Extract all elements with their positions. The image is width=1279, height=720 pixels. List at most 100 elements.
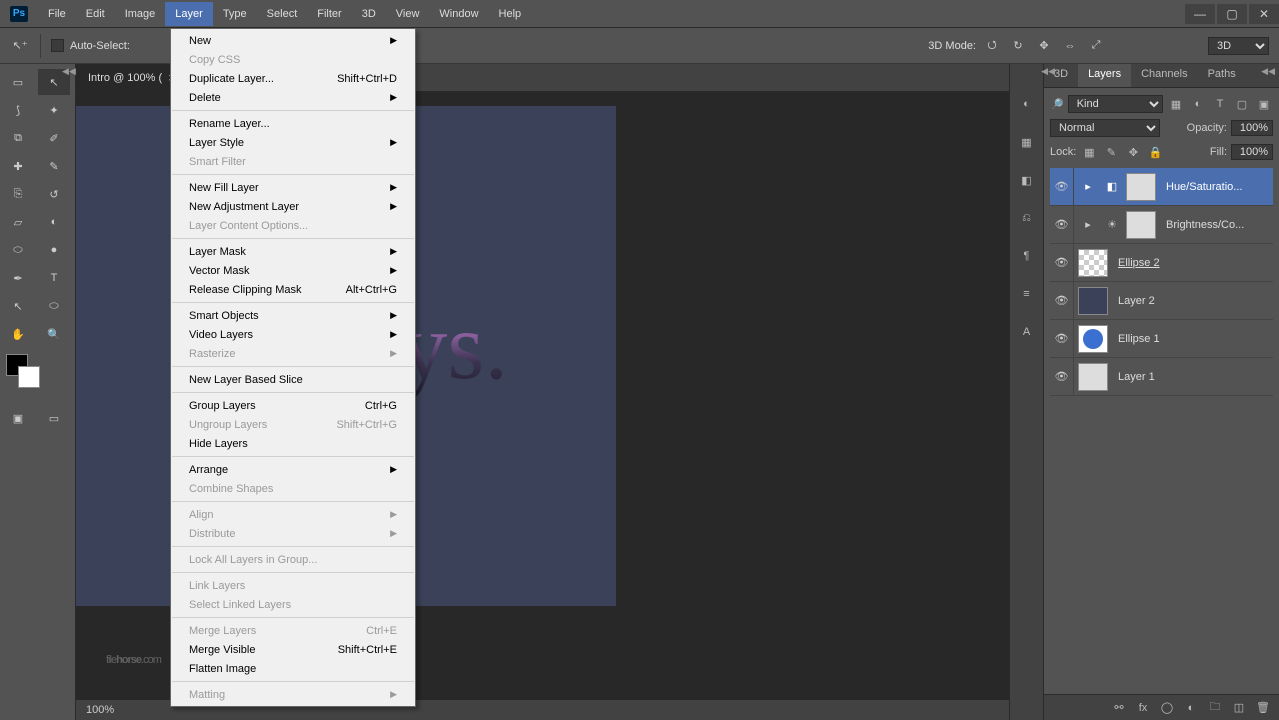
panel-tab-layers[interactable]: Layers: [1078, 64, 1131, 87]
screenmode-tool[interactable]: ▭: [38, 405, 70, 431]
menu-item[interactable]: Merge VisibleShift+Ctrl+E: [171, 640, 415, 659]
visibility-toggle-icon[interactable]: 👁: [1050, 282, 1074, 319]
eyedropper-tool[interactable]: ✐: [38, 125, 70, 151]
menu-item[interactable]: New Layer Based Slice: [171, 370, 415, 389]
color-swatches[interactable]: [0, 348, 75, 404]
layer-row[interactable]: 👁 Ellipse 1: [1050, 320, 1273, 358]
3d-roll-icon[interactable]: ↻: [1008, 36, 1028, 56]
layer-mask-icon[interactable]: ◯: [1159, 700, 1175, 716]
visibility-toggle-icon[interactable]: 👁: [1050, 244, 1074, 281]
visibility-toggle-icon[interactable]: 👁: [1050, 320, 1074, 357]
eraser-tool[interactable]: ▱: [2, 209, 34, 235]
layer-thumb[interactable]: [1078, 363, 1108, 391]
close-button[interactable]: ✕: [1249, 4, 1279, 24]
menu-3d[interactable]: 3D: [352, 2, 386, 26]
layer-mask-thumb[interactable]: [1126, 173, 1156, 201]
history-brush-tool[interactable]: ↺: [38, 181, 70, 207]
dodge-tool[interactable]: ●: [38, 237, 70, 263]
link-layers-icon[interactable]: ⚯: [1111, 700, 1127, 716]
opacity-input[interactable]: [1231, 120, 1273, 136]
paragraph-panel-icon[interactable]: ≡: [1017, 284, 1037, 304]
menu-item[interactable]: Vector Mask▶: [171, 261, 415, 280]
visibility-toggle-icon[interactable]: 👁: [1050, 358, 1074, 395]
layer-name[interactable]: Layer 2: [1112, 295, 1155, 307]
3d-pan-icon[interactable]: ✥: [1034, 36, 1054, 56]
marquee-tool[interactable]: ▭: [2, 69, 34, 95]
filter-kind-icon[interactable]: 🔎: [1050, 98, 1064, 111]
fill-input[interactable]: [1231, 144, 1273, 160]
wand-tool[interactable]: ✦: [38, 97, 70, 123]
path-tool[interactable]: ↖: [2, 293, 34, 319]
menu-window[interactable]: Window: [429, 2, 488, 26]
collapse-panels-icon[interactable]: ◀◀: [1041, 66, 1055, 77]
layer-name[interactable]: Ellipse 2: [1112, 257, 1160, 269]
layer-row[interactable]: 👁 Layer 2: [1050, 282, 1273, 320]
restore-button[interactable]: ▢: [1217, 4, 1247, 24]
lock-pixels-icon[interactable]: ✎: [1102, 143, 1120, 161]
menu-item[interactable]: Release Clipping MaskAlt+Ctrl+G: [171, 280, 415, 299]
layer-thumb[interactable]: [1078, 325, 1108, 353]
adjustments-panel-icon[interactable]: ◧: [1017, 170, 1037, 190]
visibility-toggle-icon[interactable]: 👁: [1050, 206, 1074, 243]
styles-panel-icon[interactable]: ⎌: [1017, 208, 1037, 228]
layer-row[interactable]: 👁▸☀Brightness/Co...: [1050, 206, 1273, 244]
hand-tool[interactable]: ✋: [2, 321, 34, 347]
menu-edit[interactable]: Edit: [76, 2, 115, 26]
menu-help[interactable]: Help: [489, 2, 532, 26]
zoom-level[interactable]: 100%: [86, 704, 114, 716]
auto-select-checkbox[interactable]: [51, 39, 64, 52]
group-icon[interactable]: 🗀: [1207, 700, 1223, 716]
blend-mode-select[interactable]: Normal: [1050, 119, 1160, 137]
background-color[interactable]: [18, 366, 40, 388]
layer-row[interactable]: 👁▸◧Hue/Saturatio...: [1050, 168, 1273, 206]
menu-item[interactable]: Video Layers▶: [171, 325, 415, 344]
menu-type[interactable]: Type: [213, 2, 257, 26]
lock-position-icon[interactable]: ✥: [1124, 143, 1142, 161]
menu-item[interactable]: Delete▶: [171, 88, 415, 107]
menu-item[interactable]: New Fill Layer▶: [171, 178, 415, 197]
panel-tab-paths[interactable]: Paths: [1198, 64, 1246, 87]
stamp-tool[interactable]: ⎘: [2, 181, 34, 207]
adjustment-layer-icon[interactable]: ◐: [1183, 700, 1199, 716]
layer-row[interactable]: 👁 Layer 1: [1050, 358, 1273, 396]
layer-row[interactable]: 👁 Ellipse 2: [1050, 244, 1273, 282]
menu-image[interactable]: Image: [115, 2, 166, 26]
zoom-tool[interactable]: 🔍: [38, 321, 70, 347]
filter-shape-icon[interactable]: ▢: [1233, 95, 1251, 113]
panel-tab-channels[interactable]: Channels: [1131, 64, 1197, 87]
menu-item[interactable]: Flatten Image: [171, 659, 415, 678]
new-layer-icon[interactable]: ◫: [1231, 700, 1247, 716]
menu-item[interactable]: New Adjustment Layer▶: [171, 197, 415, 216]
crop-tool[interactable]: ⧉: [2, 125, 34, 151]
3d-slide-icon[interactable]: ⇔: [1060, 36, 1080, 56]
layer-name[interactable]: Brightness/Co...: [1160, 219, 1244, 231]
menu-item[interactable]: Smart Objects▶: [171, 306, 415, 325]
filter-smart-icon[interactable]: ▣: [1255, 95, 1273, 113]
3d-mode-select[interactable]: 3D: [1208, 37, 1269, 55]
layer-name[interactable]: Hue/Saturatio...: [1160, 181, 1242, 193]
lock-transparent-icon[interactable]: ▦: [1080, 143, 1098, 161]
type-panel-icon[interactable]: A: [1017, 322, 1037, 342]
layer-name[interactable]: Layer 1: [1112, 371, 1155, 383]
gradient-tool[interactable]: ◐: [38, 209, 70, 235]
filter-kind-select[interactable]: Kind: [1068, 95, 1163, 113]
menu-item[interactable]: New▶: [171, 31, 415, 50]
menu-filter[interactable]: Filter: [307, 2, 351, 26]
menu-item[interactable]: Hide Layers: [171, 434, 415, 453]
menu-view[interactable]: View: [386, 2, 430, 26]
menu-item[interactable]: Layer Mask▶: [171, 242, 415, 261]
layer-name[interactable]: Ellipse 1: [1112, 333, 1160, 345]
menu-item[interactable]: Rename Layer...: [171, 114, 415, 133]
layer-mask-thumb[interactable]: [1126, 211, 1156, 239]
menu-item[interactable]: Arrange▶: [171, 460, 415, 479]
layer-thumb[interactable]: [1078, 249, 1108, 277]
filter-adjust-icon[interactable]: ◐: [1189, 95, 1207, 113]
menu-layer[interactable]: Layer: [165, 2, 213, 26]
menu-select[interactable]: Select: [257, 2, 308, 26]
collapse-tools-icon[interactable]: ◀◀: [62, 66, 76, 77]
layer-thumb[interactable]: [1078, 287, 1108, 315]
blur-tool[interactable]: ⬭: [2, 237, 34, 263]
type-tool[interactable]: T: [38, 265, 70, 291]
color-panel-icon[interactable]: ◐: [1017, 94, 1037, 114]
lock-all-icon[interactable]: 🔒: [1146, 143, 1164, 161]
